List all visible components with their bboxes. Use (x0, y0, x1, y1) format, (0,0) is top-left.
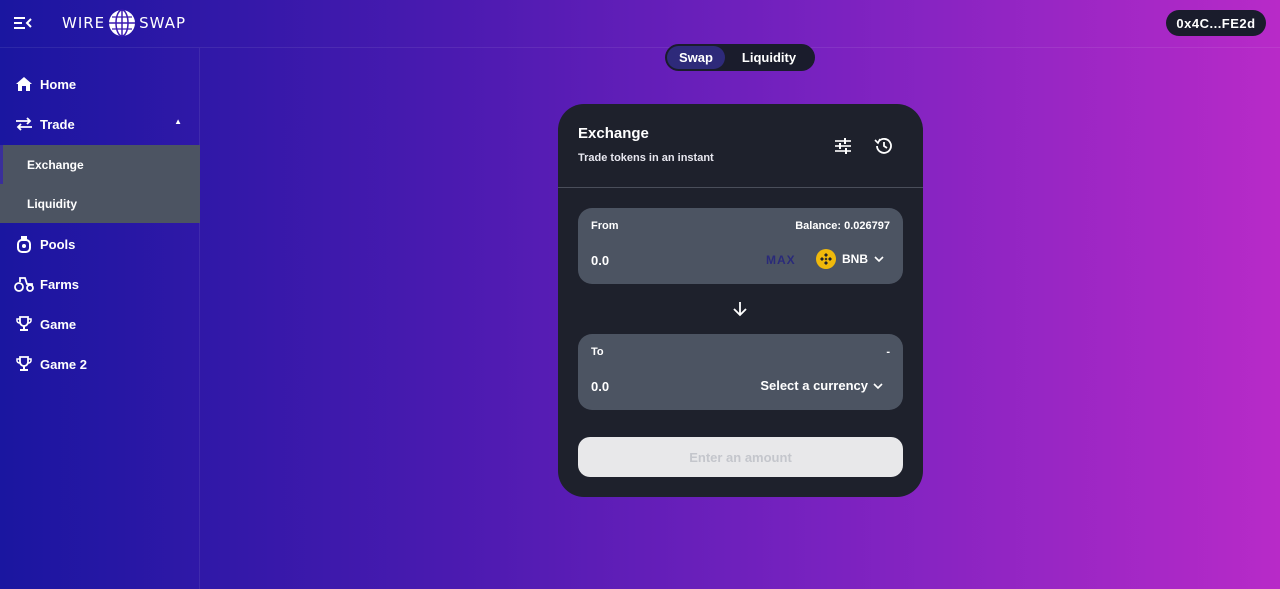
exchange-card: Exchange Trade tokens in an instant From… (558, 104, 923, 497)
logo[interactable]: WIRE SWAP (62, 8, 186, 38)
history-icon[interactable] (873, 136, 893, 156)
chevron-down-icon (874, 252, 884, 266)
swap-arrows-icon (14, 114, 34, 134)
tractor-icon (14, 274, 34, 294)
sidebar-item-farms[interactable]: Farms (0, 264, 200, 304)
to-amount-input[interactable]: 0.0 (591, 379, 609, 394)
swap-liquidity-tabs: Swap Liquidity (665, 44, 815, 71)
from-amount-input[interactable]: 0.0 (591, 253, 609, 268)
sidebar-item-exchange[interactable]: Exchange (0, 145, 200, 184)
home-icon (14, 74, 34, 94)
to-panel: To - 0.0 Select a currency (578, 334, 903, 410)
sidebar-item-trade[interactable]: Trade ▲ (0, 104, 200, 144)
sidebar-item-label: Pools (40, 236, 76, 252)
from-label: From (591, 220, 619, 232)
sidebar-item-home[interactable]: Home (0, 64, 200, 104)
sidebar-item-label: Game (40, 316, 77, 332)
balance-text: Balance: 0.026797 (795, 220, 890, 232)
chevron-down-icon (873, 378, 883, 393)
card-subtitle: Trade tokens in an instant (578, 152, 714, 164)
to-balance-text: - (886, 346, 890, 358)
caret-up-icon: ▲ (174, 117, 182, 126)
trophy-icon (14, 354, 34, 374)
sidebar-item-label: Game 2 (40, 356, 87, 372)
from-panel: From Balance: 0.026797 0.0 MAX BNB (578, 208, 903, 284)
enter-amount-button[interactable]: Enter an amount (578, 437, 903, 477)
bnb-icon (816, 249, 836, 269)
tab-liquidity[interactable]: Liquidity (725, 46, 813, 69)
trophy-icon (14, 314, 34, 334)
menu-collapse-icon[interactable] (14, 15, 32, 31)
select-currency-button[interactable]: Select a currency (760, 378, 883, 393)
sidebar-item-liquidity[interactable]: Liquidity (0, 184, 200, 223)
token-symbol: BNB (842, 252, 868, 266)
sidebar-item-pools[interactable]: Pools (0, 224, 200, 264)
trade-submenu: Exchange Liquidity (0, 145, 200, 223)
sidebar-item-game-2[interactable]: Game 2 (0, 344, 200, 384)
sidebar-item-game[interactable]: Game (0, 304, 200, 344)
switch-arrow-icon[interactable] (731, 300, 749, 318)
sidebar-item-label: Farms (40, 276, 80, 292)
logo-text-right: SWAP (139, 14, 186, 32)
from-token-select[interactable]: BNB (816, 249, 884, 269)
select-currency-label: Select a currency (760, 378, 868, 393)
sidebar: Home Trade ▲ Exchange Liquidity Pools Fa… (0, 48, 200, 589)
sidebar-item-label: Home (40, 76, 77, 92)
pool-icon (14, 234, 34, 254)
top-bar: WIRE SWAP 0x4C...FE2d (0, 0, 1280, 48)
globe-icon (109, 9, 136, 37)
tab-swap[interactable]: Swap (667, 46, 725, 69)
card-title: Exchange (578, 125, 649, 142)
wallet-address-button[interactable]: 0x4C...FE2d (1166, 10, 1266, 36)
max-button[interactable]: MAX (766, 253, 796, 267)
logo-text-left: WIRE (62, 14, 106, 32)
to-label: To (591, 346, 604, 358)
sidebar-item-label: Trade (40, 116, 75, 132)
settings-sliders-icon[interactable] (833, 136, 853, 156)
divider (558, 187, 923, 188)
